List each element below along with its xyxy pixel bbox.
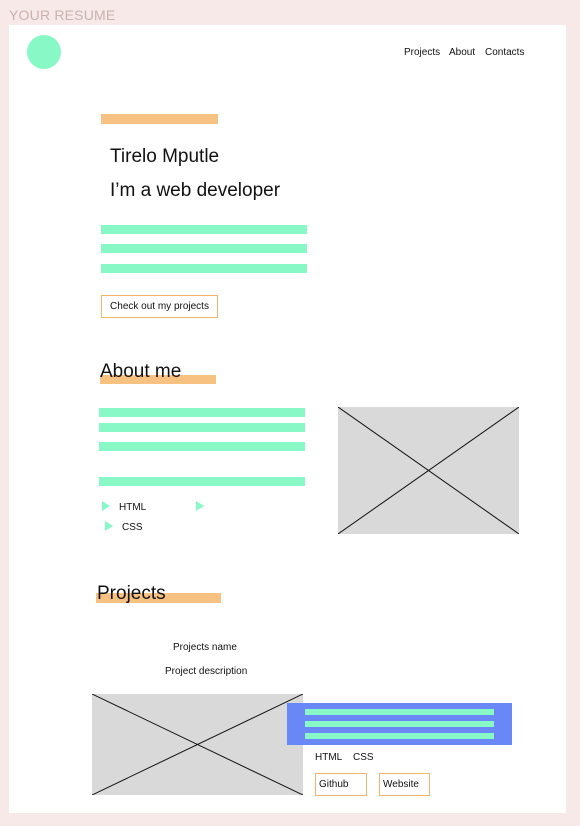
hero-text-placeholder-line bbox=[101, 225, 307, 234]
nav-link-contacts[interactable]: Contacts bbox=[485, 47, 524, 58]
hero-name: Tirelo Mputle bbox=[110, 146, 220, 167]
hero-accent-bar bbox=[101, 114, 218, 124]
logo-circle[interactable] bbox=[27, 35, 61, 69]
image-placeholder-icon bbox=[338, 407, 519, 534]
about-text-placeholder-line bbox=[99, 442, 305, 451]
frame-title: YOUR RESUME bbox=[9, 7, 116, 23]
project-text-placeholder-line bbox=[305, 733, 494, 739]
skill-item: HTML bbox=[119, 502, 147, 513]
website-button[interactable]: Website bbox=[379, 773, 430, 796]
hero-text-placeholder-line bbox=[101, 244, 307, 253]
project-name: Projects name bbox=[173, 642, 237, 653]
project-description: Project description bbox=[165, 666, 248, 677]
projects-title: Projects bbox=[97, 583, 166, 604]
hero-text-placeholder-line bbox=[101, 264, 307, 273]
nav-link-about[interactable]: About bbox=[449, 47, 475, 58]
bullet-triangle-icon bbox=[102, 501, 110, 511]
project-text-placeholder-line bbox=[305, 721, 494, 727]
project-tag: HTML bbox=[315, 752, 343, 763]
about-text-placeholder-line bbox=[99, 477, 305, 486]
check-projects-button[interactable]: Check out my projects bbox=[101, 295, 218, 318]
about-text-placeholder-line bbox=[99, 408, 305, 417]
about-image-placeholder bbox=[338, 407, 519, 534]
about-title: About me bbox=[100, 361, 182, 382]
project-image-placeholder bbox=[92, 694, 303, 795]
image-placeholder-icon bbox=[92, 694, 303, 795]
github-button[interactable]: Github bbox=[315, 773, 367, 796]
about-text-placeholder-line bbox=[99, 423, 305, 432]
project-text-placeholder-line bbox=[305, 709, 494, 715]
bullet-triangle-icon bbox=[105, 521, 113, 531]
nav-link-projects[interactable]: Projects bbox=[404, 47, 440, 58]
bullet-triangle-icon bbox=[196, 501, 204, 511]
project-tag: CSS bbox=[353, 752, 374, 763]
skill-item: CSS bbox=[122, 522, 143, 533]
hero-tagline: I’m a web developer bbox=[110, 180, 281, 201]
